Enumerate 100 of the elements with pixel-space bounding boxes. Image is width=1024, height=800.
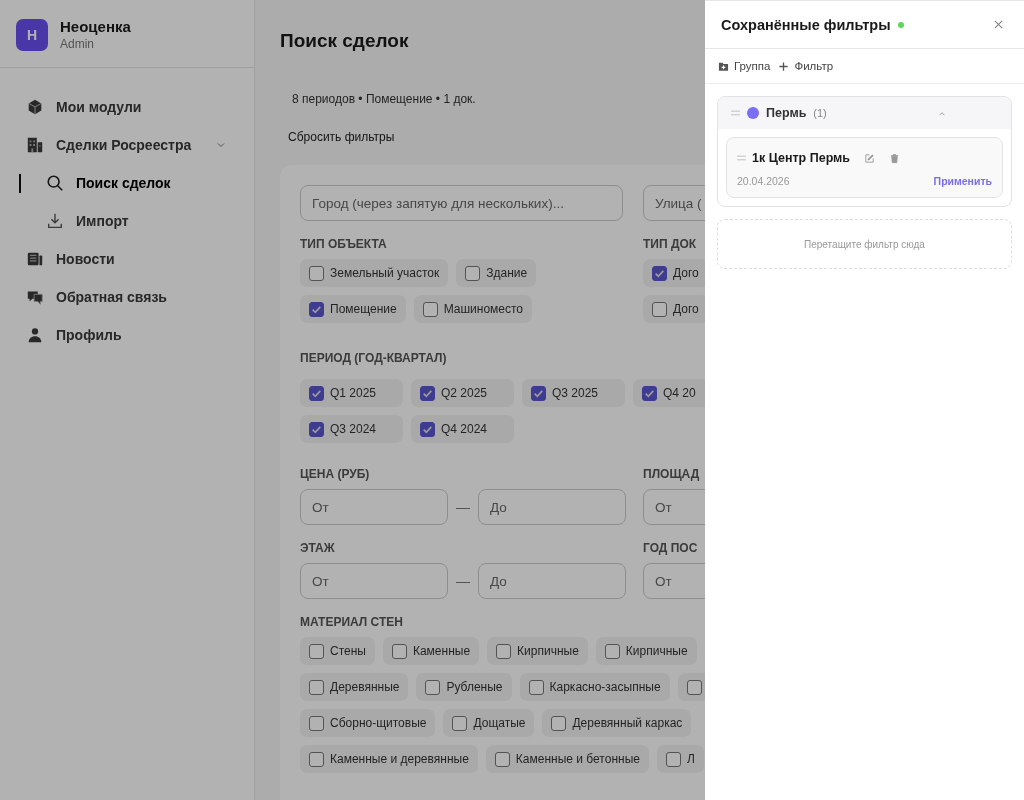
filter-date: 20.04.2026 (737, 175, 790, 187)
checkbox-option[interactable]: Q1 2025 (300, 379, 403, 407)
checkbox-option[interactable]: Земельный участок (300, 259, 449, 287)
nav-item[interactable]: Импорт (0, 202, 254, 240)
trash-icon[interactable] (889, 152, 901, 164)
checkbox-option[interactable]: Здание (456, 259, 537, 287)
drop-zone: Перетащите фильтр сюда (717, 219, 1012, 269)
checkbox-option[interactable]: Q3 2024 (300, 415, 403, 443)
checkbox-option[interactable]: Машиноместо (413, 295, 533, 323)
avatar: Н (16, 18, 48, 51)
range-separator: — (456, 499, 470, 515)
checkbox[interactable] (420, 421, 435, 437)
checkbox-option[interactable]: Q4 20 (633, 379, 705, 407)
nav-item[interactable]: Сделки Росреестра (0, 126, 254, 164)
search-icon (46, 174, 64, 192)
range-to-field[interactable]: До (478, 563, 626, 599)
range-to-field[interactable]: До (478, 489, 626, 525)
range-from-field[interactable]: От (300, 489, 448, 525)
checkbox-option[interactable]: Каменные и деревянные (300, 745, 478, 773)
checkbox[interactable] (309, 385, 324, 401)
checkbox-option[interactable]: Рубленые (416, 673, 512, 701)
edit-icon[interactable] (864, 152, 876, 164)
checkbox-option[interactable]: Q3 2025 (522, 379, 625, 407)
checkbox[interactable] (604, 643, 620, 659)
checkbox[interactable] (391, 643, 407, 659)
download-icon (46, 212, 64, 230)
section-label: ЦЕНА (РУБ) (300, 467, 371, 481)
checkbox-option[interactable]: Дощатые (443, 709, 535, 737)
checkbox[interactable] (494, 751, 510, 767)
drag-handle-icon[interactable] (731, 110, 740, 116)
checkbox[interactable] (309, 751, 324, 767)
checkbox[interactable] (652, 265, 667, 281)
checkbox-option[interactable]: Деревянные (300, 673, 409, 701)
checkbox-option[interactable]: Деревянный каркас (542, 709, 692, 737)
section-label: ПЛОЩАД (643, 467, 701, 481)
section-label: ПЕРИОД (ГОД-КВАРТАЛ) (300, 351, 448, 365)
section-label: ГОД ПОС (643, 541, 699, 555)
nav-item[interactable]: Мои модули (0, 88, 254, 126)
checkbox[interactable] (465, 265, 481, 281)
user-role: Admin (60, 37, 95, 51)
checkbox[interactable] (652, 301, 667, 317)
folder-plus-icon (718, 60, 729, 72)
checkbox-option[interactable]: Кирпичные (595, 637, 697, 665)
checkbox-option[interactable]: Q2 2025 (411, 379, 514, 407)
checkbox-option[interactable]: Сборно-щитовые (300, 709, 436, 737)
drag-handle-icon[interactable] (737, 155, 746, 161)
range-from-field[interactable]: От (643, 563, 705, 599)
section-label: ТИП ОБЪЕКТА (300, 237, 388, 251)
range-from-field[interactable]: От (300, 563, 448, 599)
checkbox-option[interactable]: Каменные (382, 637, 480, 665)
checkbox-option[interactable]: Дого (643, 295, 705, 323)
city-field[interactable]: Город (через запятую для нескольких)... (300, 185, 623, 221)
checkbox[interactable] (422, 301, 438, 317)
add-filter-button[interactable]: Фильтр (778, 60, 834, 72)
reset-filters-button[interactable]: Сбросить фильтры (288, 130, 395, 144)
checkbox[interactable] (309, 265, 324, 281)
plus-icon (778, 60, 790, 72)
checkbox[interactable] (420, 385, 435, 401)
add-group-button[interactable]: Группа (718, 60, 771, 72)
street-field[interactable]: Улица ( (643, 185, 705, 221)
checkbox[interactable] (309, 301, 324, 317)
range-from-field[interactable]: От (643, 489, 705, 525)
checkbox-option[interactable]: Дого (643, 259, 705, 287)
checkbox[interactable] (531, 385, 546, 401)
cube-icon (26, 98, 44, 116)
checkbox[interactable] (665, 751, 681, 767)
checkbox[interactable] (686, 679, 702, 695)
checkbox-option[interactable]: Л (656, 745, 704, 773)
drawer-title: Сохранённые фильтры (721, 16, 891, 33)
nav-item[interactable]: Профиль (0, 316, 254, 354)
page-title: Поиск сделок (280, 30, 410, 53)
apply-link[interactable]: Применить (933, 175, 992, 187)
checkbox[interactable] (309, 421, 324, 437)
filter-name: 1к Центр Пермь (752, 151, 851, 165)
checkbox[interactable] (551, 715, 567, 731)
section-label: ЭТАЖ (300, 541, 336, 555)
checkbox-option[interactable]: Помещение (300, 295, 406, 323)
nav-item[interactable]: Новости (0, 240, 254, 278)
checkbox-option[interactable]: Кирпичные (487, 637, 588, 665)
building-icon (26, 136, 44, 154)
active-indicator (19, 174, 21, 193)
checkbox[interactable] (425, 679, 441, 695)
checkbox[interactable] (309, 715, 324, 731)
checkbox[interactable] (309, 679, 324, 695)
checkbox[interactable] (452, 715, 468, 731)
checkbox-option[interactable]: Каркасно-засыпные (519, 673, 670, 701)
nav-item[interactable]: Поиск сделок (0, 164, 254, 202)
group-count: (1) (813, 107, 827, 119)
person-icon (26, 326, 44, 344)
close-icon[interactable] (993, 19, 1004, 30)
checkbox[interactable] (496, 643, 512, 659)
checkbox-option[interactable] (677, 673, 705, 701)
checkbox[interactable] (309, 643, 324, 659)
checkbox[interactable] (642, 385, 657, 401)
checkbox[interactable] (528, 679, 544, 695)
nav-item[interactable]: Обратная связь (0, 278, 254, 316)
section-label: МАТЕРИАЛ СТЕН (300, 615, 404, 629)
checkbox-option[interactable]: Стены (300, 637, 375, 665)
checkbox-option[interactable]: Каменные и бетонные (485, 745, 649, 773)
checkbox-option[interactable]: Q4 2024 (411, 415, 514, 443)
